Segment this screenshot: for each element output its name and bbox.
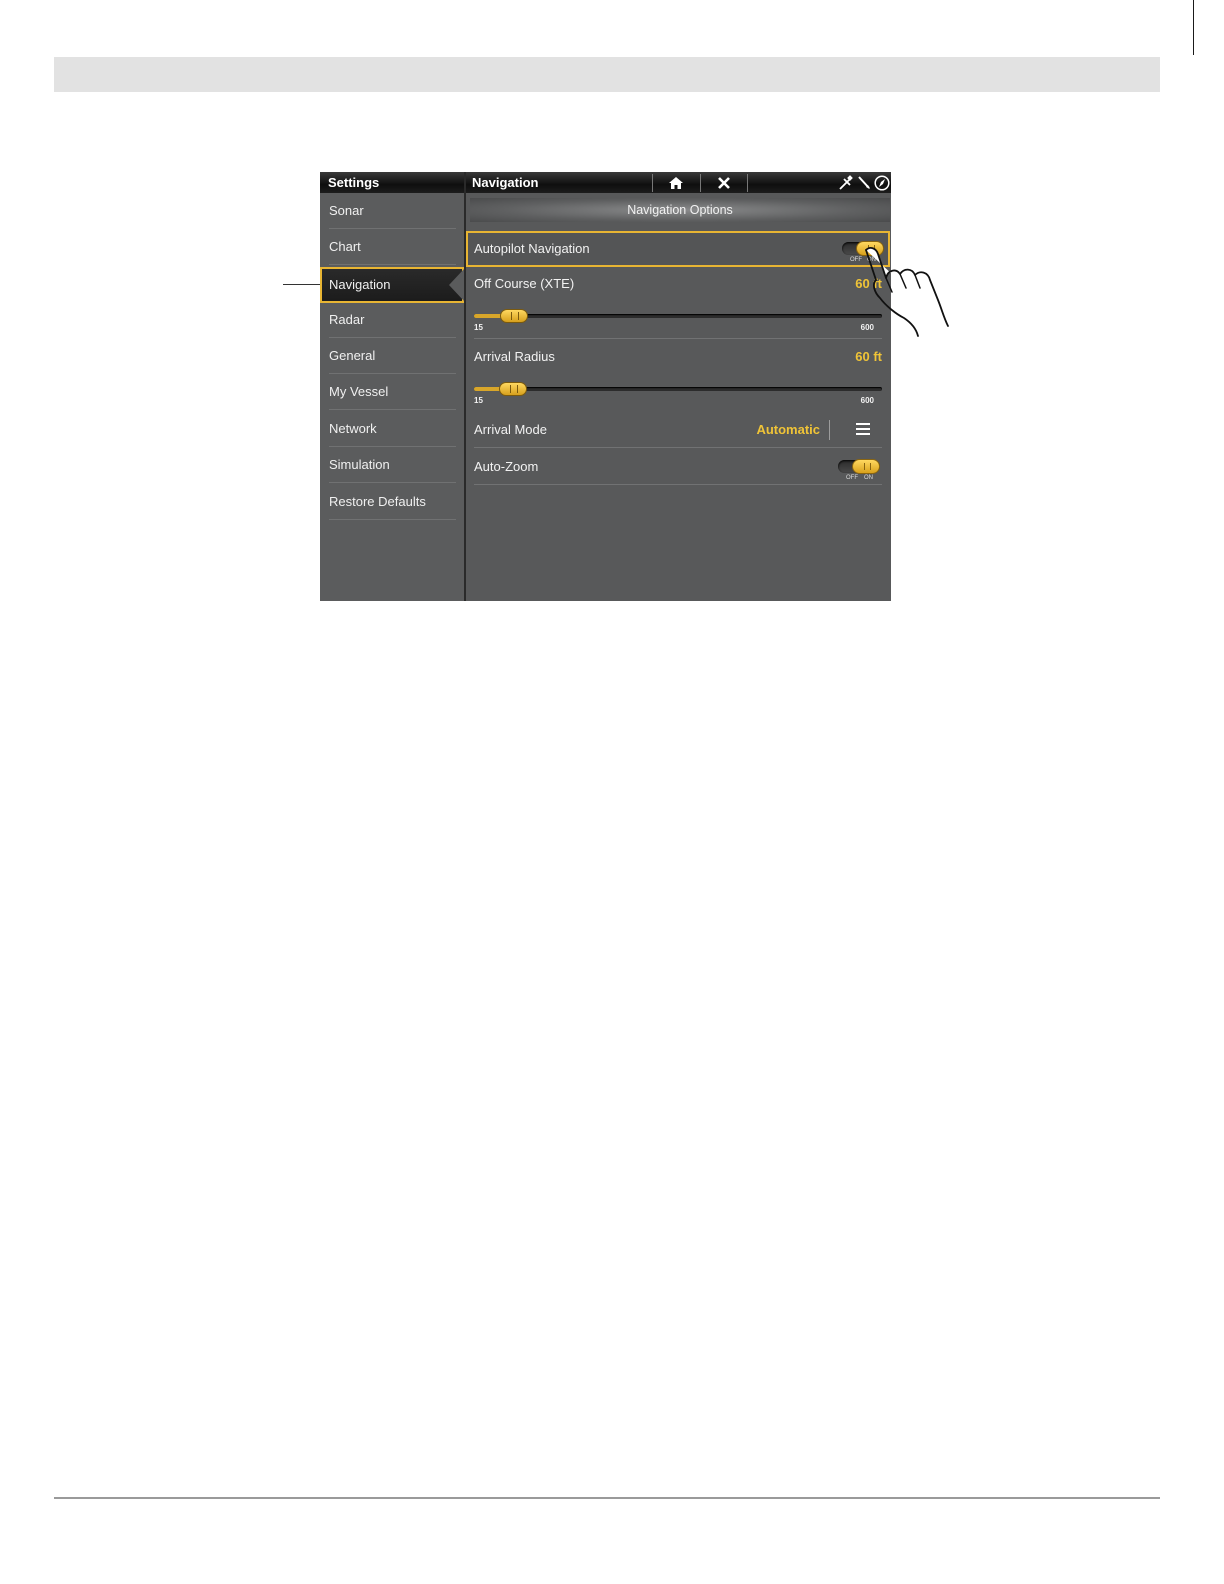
settings-screen: Settings Sonar Chart Navigation Radar Ge…: [320, 172, 891, 601]
sidebar-item-simulation[interactable]: Simulation: [320, 447, 464, 483]
arrival-mode-label: Arrival Mode: [474, 422, 547, 437]
satellite-icon: [858, 176, 870, 189]
slider-thumb[interactable]: [499, 382, 527, 396]
close-icon: [718, 176, 730, 189]
off-course-slider[interactable]: 15 600: [474, 303, 882, 339]
home-button[interactable]: [653, 172, 699, 193]
slider-thumb[interactable]: [500, 309, 528, 323]
status-icons: [838, 174, 890, 192]
toggle-on-label: ON: [864, 475, 873, 481]
slider-min-label: 15: [474, 396, 483, 405]
sidebar-item-label: Navigation: [329, 277, 391, 292]
sidebar-item-label: Restore Defaults: [329, 494, 426, 509]
row-divider: [474, 484, 882, 485]
toggle-off-label: OFF: [846, 475, 858, 481]
section-header: Navigation Options: [470, 198, 890, 222]
arrival-radius-label: Arrival Radius: [474, 349, 555, 364]
auto-zoom-row[interactable]: Auto-Zoom OFF ON: [474, 449, 882, 485]
navigation-options-panel: Navigation Options Autopilot Navigation …: [466, 193, 891, 601]
callout-line: [283, 284, 321, 285]
sidebar-item-label: Radar: [329, 312, 365, 327]
slider-track: [474, 314, 882, 318]
arrival-radius-slider[interactable]: 15 600: [474, 376, 882, 412]
arrival-mode-row[interactable]: Arrival Mode Automatic: [474, 412, 882, 448]
menu-divider: [829, 420, 830, 440]
page-edge-line: [1193, 0, 1194, 55]
arrival-radius-value: 60 ft: [855, 349, 882, 364]
footer-rule: [54, 1497, 1160, 1499]
panel-title: Navigation: [472, 175, 539, 190]
sidebar-item-label: Simulation: [329, 457, 390, 472]
sidebar-item-general[interactable]: General: [320, 338, 464, 374]
header-band: [54, 57, 1160, 92]
toggle-knob: [852, 459, 880, 474]
sidebar-item-radar[interactable]: Radar: [320, 302, 464, 338]
sidebar-item-my-vessel[interactable]: My Vessel: [320, 374, 464, 410]
sidebar-item-sonar[interactable]: Sonar: [320, 193, 464, 229]
off-course-label: Off Course (XTE): [474, 276, 575, 291]
sidebar-item-network[interactable]: Network: [320, 411, 464, 447]
sidebar-item-label: Network: [329, 421, 377, 436]
sidebar-title: Settings: [320, 172, 464, 193]
sidebar-item-restore-defaults[interactable]: Restore Defaults: [320, 484, 464, 520]
close-button[interactable]: [701, 172, 747, 193]
active-item-pointer: [449, 269, 464, 301]
sidebar-item-label: Sonar: [329, 203, 364, 218]
gps-icon: [839, 175, 853, 190]
sidebar-item-label: My Vessel: [329, 384, 389, 399]
autopilot-navigation-label: Autopilot Navigation: [474, 241, 590, 256]
off-course-row[interactable]: Off Course (XTE) 60 ft: [474, 266, 882, 302]
arrival-radius-row[interactable]: Arrival Radius 60 ft: [474, 339, 882, 375]
auto-zoom-label: Auto-Zoom: [474, 459, 539, 474]
auto-zoom-toggle[interactable]: [838, 459, 880, 474]
compass-icon: [874, 175, 890, 191]
top-bar: Navigation: [466, 172, 891, 193]
sidebar-item-label: General: [329, 348, 376, 363]
row-divider: [474, 447, 882, 448]
autopilot-navigation-row[interactable]: Autopilot Navigation OFF ON: [466, 231, 890, 267]
slider-max-label: 600: [860, 396, 874, 405]
settings-sidebar: Settings Sonar Chart Navigation Radar Ge…: [320, 172, 466, 601]
sidebar-item-label: Chart: [329, 239, 361, 254]
slider-track: [474, 387, 882, 391]
sidebar-item-navigation[interactable]: Navigation: [320, 267, 464, 303]
arrival-mode-value: Automatic: [756, 422, 820, 437]
slider-fill: [474, 387, 502, 391]
slider-min-label: 15: [474, 323, 483, 332]
sidebar-item-chart[interactable]: Chart: [320, 229, 464, 265]
home-icon: [669, 176, 683, 189]
toolbar-divider: [747, 174, 748, 192]
pointing-hand-icon: [865, 247, 949, 337]
menu-icon[interactable]: [856, 423, 870, 435]
